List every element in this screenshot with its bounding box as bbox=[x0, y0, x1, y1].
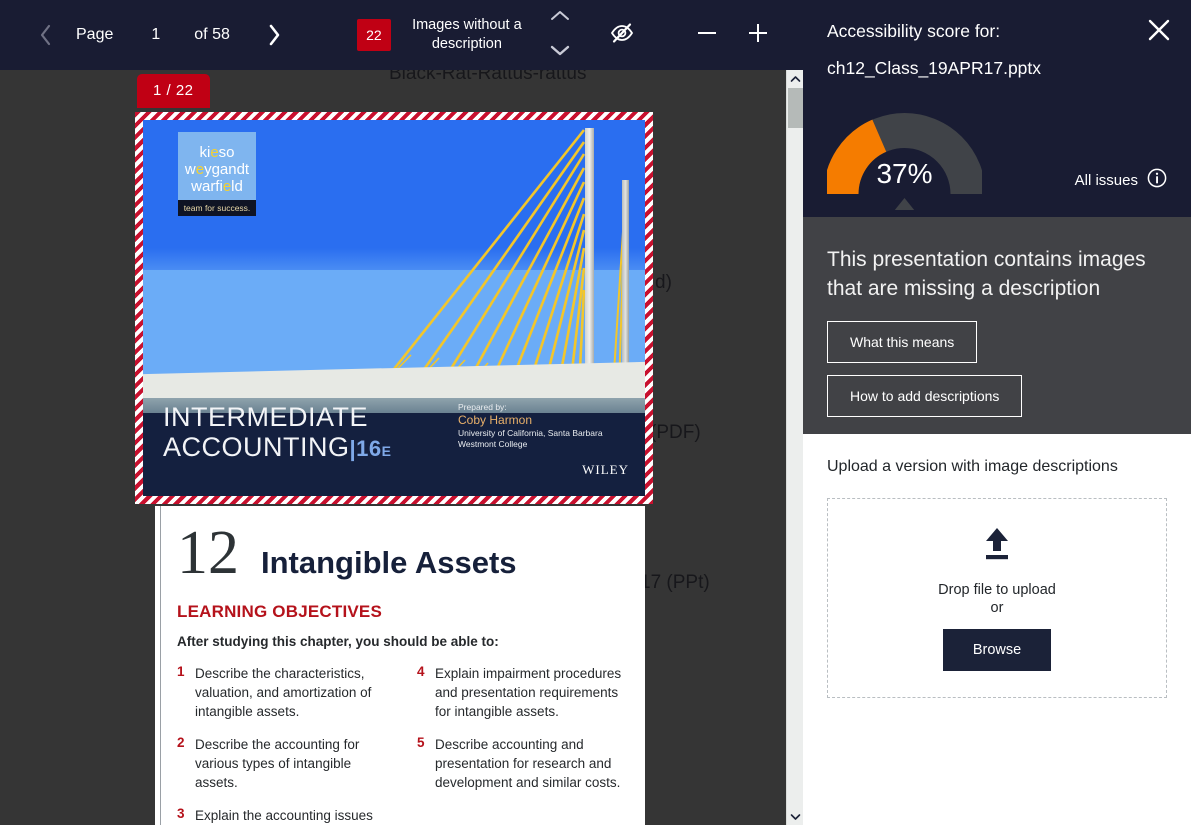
slide-2-content[interactable]: 12 Intangible Assets LEARNING OBJECTIVES… bbox=[155, 506, 645, 825]
file-dropzone[interactable]: Drop file to upload or Browse bbox=[827, 498, 1167, 698]
objective-item: 1 Describe the characteristics, valuatio… bbox=[177, 664, 391, 721]
previous-issue-button[interactable] bbox=[543, 7, 577, 29]
panel-title: Accessibility score for: bbox=[827, 21, 1001, 41]
objective-number: 3 bbox=[177, 806, 185, 821]
prepared-by-block: Prepared by: Coby Harmon University of C… bbox=[458, 402, 603, 450]
objective-item: 3 Explain the accounting issues for reco… bbox=[177, 806, 391, 825]
chevron-right-icon bbox=[268, 24, 281, 46]
issue-position-badge: 1 / 22 bbox=[137, 74, 210, 108]
book-edition: |16E bbox=[349, 436, 392, 461]
prepared-by-org-1: University of California, Santa Barbara bbox=[458, 428, 603, 438]
scroll-down-arrow-icon bbox=[790, 808, 801, 825]
objective-number: 2 bbox=[177, 735, 185, 750]
prepared-by-label: Prepared by: bbox=[458, 402, 507, 412]
objective-item: 2 Describe the accounting for various ty… bbox=[177, 735, 391, 792]
objective-text: Describe the characteristics, valuation,… bbox=[195, 666, 372, 719]
logo-line-3: warfield bbox=[191, 178, 243, 195]
toggle-highlights-button[interactable] bbox=[609, 20, 635, 51]
plus-icon bbox=[746, 21, 770, 50]
minus-icon bbox=[695, 21, 719, 50]
book-title: INTERMEDIATE ACCOUNTING|16E bbox=[163, 402, 391, 466]
info-icon bbox=[1147, 168, 1167, 192]
chevron-down-icon bbox=[550, 43, 570, 61]
logo-line-2: weygandt bbox=[184, 161, 250, 178]
zoom-out-button[interactable] bbox=[695, 21, 719, 50]
document-viewport[interactable]: 1 / 22 kieso weygandt warfield team for … bbox=[0, 70, 786, 825]
drop-file-text: Drop file to upload bbox=[938, 582, 1056, 598]
slide-1-content: kieso weygandt warfield team for success… bbox=[143, 120, 645, 496]
objective-number: 1 bbox=[177, 664, 185, 679]
browse-button[interactable]: Browse bbox=[942, 629, 1052, 671]
page-label: Page bbox=[76, 26, 114, 43]
eye-slash-icon bbox=[609, 20, 635, 51]
panel-filename: ch12_Class_19APR17.pptx bbox=[827, 58, 1042, 78]
logo-tagline: team for success. bbox=[178, 200, 256, 216]
chapter-number: 12 bbox=[177, 519, 239, 587]
accessibility-score-section: Accessibility score for: ch12_Class_19AP… bbox=[803, 0, 1191, 217]
chapter-title: Intangible Assets bbox=[261, 545, 517, 580]
accessibility-panel: Accessibility score for: ch12_Class_19AP… bbox=[803, 0, 1191, 825]
score-percentage: 37% bbox=[876, 158, 933, 189]
next-page-button[interactable] bbox=[258, 15, 292, 55]
issue-stepper bbox=[543, 7, 577, 63]
previous-page-button[interactable] bbox=[28, 15, 62, 55]
chevron-left-icon bbox=[39, 24, 52, 46]
scroll-up-arrow-icon bbox=[790, 70, 801, 88]
learning-objectives-columns: 1 Describe the characteristics, valuatio… bbox=[177, 664, 631, 825]
next-issue-button[interactable] bbox=[543, 41, 577, 63]
page-number-value[interactable]: 1 bbox=[151, 26, 160, 44]
accessibility-score-gauge: 37% bbox=[823, 110, 986, 211]
book-title-line-1: INTERMEDIATE bbox=[163, 402, 369, 432]
logo-line-1: kieso bbox=[199, 144, 235, 161]
flagged-slide-1[interactable]: 1 / 22 kieso weygandt warfield team for … bbox=[135, 74, 653, 504]
issue-count-badge: 22 bbox=[356, 19, 391, 51]
issue-navigation-toolbar: Page 1 of 58 22 Images without a descrip… bbox=[0, 0, 803, 70]
scroll-down-button[interactable] bbox=[787, 808, 804, 825]
prepared-by-name: Coby Harmon bbox=[458, 413, 533, 427]
objective-item: 4 Explain impairment procedures and pres… bbox=[417, 664, 631, 721]
objective-text: Describe accounting and presentation for… bbox=[435, 737, 621, 790]
objective-text: Describe the accounting for various type… bbox=[195, 737, 360, 790]
drop-or-text: or bbox=[990, 600, 1004, 616]
chapter-header: 12 Intangible Assets bbox=[177, 522, 517, 584]
objective-item: 5 Describe accounting and presentation f… bbox=[417, 735, 631, 792]
learning-objectives-intro: After studying this chapter, you should … bbox=[177, 634, 499, 649]
issue-type-label: Images without a description bbox=[412, 17, 522, 52]
slide-left-rule bbox=[160, 506, 161, 825]
document-scrollbar[interactable] bbox=[786, 70, 804, 825]
book-title-line-2: ACCOUNTING bbox=[163, 432, 350, 462]
objective-text: Explain impairment procedures and presen… bbox=[435, 666, 622, 719]
scroll-up-button[interactable] bbox=[787, 70, 804, 87]
learning-objectives-heading: LEARNING OBJECTIVES bbox=[177, 602, 382, 621]
publisher-logo: kieso weygandt warfield team for success… bbox=[178, 132, 256, 216]
upload-arrow-icon bbox=[977, 525, 1017, 568]
all-issues-link[interactable]: All issues bbox=[1075, 168, 1167, 192]
upload-section: Upload a version with image descriptions… bbox=[803, 434, 1191, 825]
objective-text: Explain the accounting issues for record… bbox=[195, 808, 373, 823]
what-this-means-button[interactable]: What this means bbox=[827, 321, 978, 363]
zoom-in-button[interactable] bbox=[746, 21, 770, 50]
upload-heading: Upload a version with image descriptions bbox=[827, 458, 1118, 475]
issue-message: This presentation contains images that a… bbox=[827, 248, 1146, 300]
page-total-label: of 58 bbox=[194, 26, 230, 43]
objective-number: 4 bbox=[417, 664, 425, 679]
chevron-up-icon bbox=[550, 9, 570, 27]
publisher-name: WILEY bbox=[582, 462, 629, 477]
prepared-by-org-2: Westmont College bbox=[458, 439, 528, 449]
objectives-column-right: 4 Explain impairment procedures and pres… bbox=[417, 664, 631, 825]
how-to-add-descriptions-button[interactable]: How to add descriptions bbox=[827, 375, 1023, 417]
close-panel-button[interactable] bbox=[1141, 14, 1177, 50]
objective-number: 5 bbox=[417, 735, 425, 750]
all-issues-label: All issues bbox=[1074, 171, 1138, 189]
scrollbar-thumb[interactable] bbox=[788, 88, 803, 128]
objectives-column-left: 1 Describe the characteristics, valuatio… bbox=[177, 664, 391, 825]
issue-explanation-section: This presentation contains images that a… bbox=[803, 217, 1191, 434]
accessibility-checker-app: Black-Rat-Rattus-rattus d) (PDF) 17 (PPt… bbox=[0, 0, 1191, 825]
issue-highlight-border: kieso weygandt warfield team for success… bbox=[135, 112, 653, 504]
gauge-pointer bbox=[894, 198, 915, 211]
close-icon bbox=[1146, 17, 1172, 48]
